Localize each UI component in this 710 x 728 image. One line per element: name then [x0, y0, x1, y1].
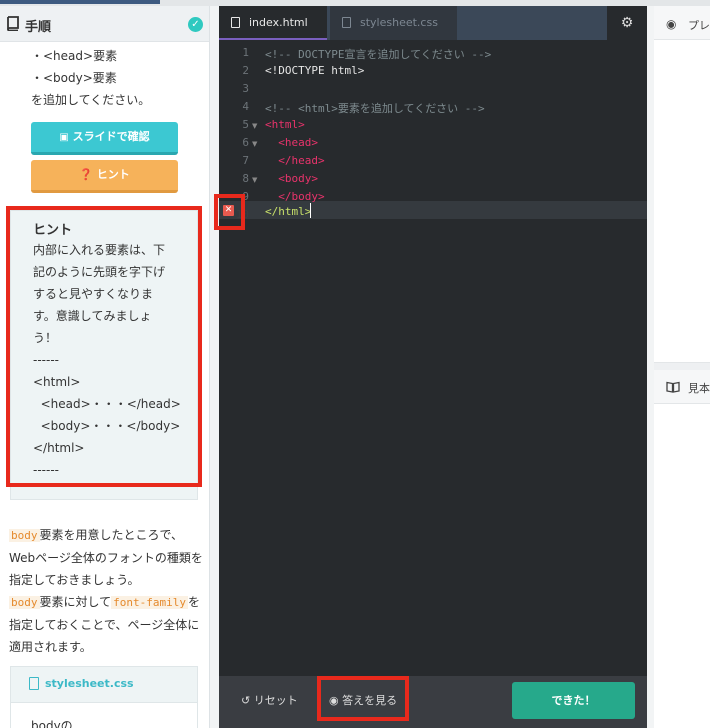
- slide-check-label: スライドで確認: [72, 130, 150, 143]
- gear-icon[interactable]: ⚙: [607, 6, 647, 40]
- line-number: 4: [242, 100, 249, 113]
- line-number: 3: [242, 82, 249, 95]
- instructions-panel: 手順 ✓ ・<head>要素 ・<body>要素 を追加してください。 ▣ スラ…: [0, 6, 210, 728]
- instructions-header: 手順 ✓: [0, 6, 209, 42]
- fold-arrow-icon[interactable]: ▼: [252, 140, 257, 148]
- hint-line: す。意識してみましょ: [33, 309, 152, 323]
- inline-code: body: [9, 596, 40, 609]
- code-line[interactable]: <body>: [265, 172, 318, 185]
- show-answer-button[interactable]: ◉ 答えを見る: [329, 692, 397, 708]
- sample-label: 見本: [688, 382, 710, 395]
- paragraph-text: 要素に対して: [39, 595, 112, 609]
- error-icon[interactable]: ✕: [223, 205, 234, 216]
- hint-line: う！: [33, 331, 58, 345]
- slide-icon: ▣: [59, 132, 69, 143]
- file-icon: [29, 677, 39, 690]
- reset-button[interactable]: ↺ リセット: [241, 692, 298, 708]
- hint-body: 内部に入れる要素は、下 記のように先頭を字下げ すると見やすくなりま す。意識し…: [33, 239, 183, 481]
- tab-label: index.html: [249, 16, 308, 29]
- step-line: ・<body>要素: [31, 71, 117, 85]
- hint-line: 内部に入れる要素は、下: [33, 243, 166, 257]
- preview-header[interactable]: ◉ プレビュー: [654, 6, 710, 40]
- panel-divider: [654, 362, 710, 370]
- hint-line: <head>・・・</head>: [33, 397, 181, 411]
- step-line: ・<head>要素: [31, 49, 118, 63]
- hint-box: ヒント 内部に入れる要素は、下 記のように先頭を字下げ すると見やすくなりま す…: [10, 210, 198, 500]
- completed-check-icon: ✓: [188, 17, 203, 32]
- code-line[interactable]: <!-- <html>要素を追加してください -->: [265, 100, 485, 116]
- code-line[interactable]: <html>: [265, 118, 305, 131]
- hint-button[interactable]: ❓ ヒント: [31, 160, 178, 193]
- book-icon: [7, 16, 19, 31]
- editor-tabs: index.html stylesheet.css ⚙: [219, 6, 647, 40]
- file-icon: [231, 17, 240, 28]
- preview-panel: ◉ プレビュー 見本: [654, 6, 710, 728]
- done-button[interactable]: できた！: [512, 682, 635, 719]
- hint-line: ------: [33, 353, 59, 367]
- tab-index-html[interactable]: index.html: [219, 6, 327, 40]
- css-file-card: stylesheet.css bodyの: [10, 666, 198, 728]
- code-line[interactable]: </body>: [265, 190, 324, 203]
- css-card-filename: stylesheet.css: [45, 677, 134, 690]
- sample-header[interactable]: 見本: [654, 370, 710, 404]
- line-number: 9: [242, 190, 249, 203]
- code-editor: index.html stylesheet.css ⚙ 1 2 3 4 5 ▼ …: [219, 6, 647, 728]
- hint-line: 記のように先頭を字下げ: [33, 265, 166, 279]
- tab-label: stylesheet.css: [360, 16, 438, 29]
- preview-label: プレビュー: [688, 19, 710, 32]
- code-line[interactable]: <!-- DOCTYPE宣言を追加してください -->: [265, 46, 491, 62]
- file-icon: [342, 17, 351, 28]
- progress-accent: [0, 0, 160, 4]
- slide-check-button[interactable]: ▣ スライドで確認: [31, 122, 178, 155]
- line-number: 2: [242, 64, 249, 77]
- line-number: 1: [242, 46, 249, 59]
- hint-heading: ヒント: [33, 223, 73, 238]
- step-line: を追加してください。: [31, 93, 151, 107]
- line-number: 8: [242, 172, 249, 185]
- line-number: 7: [242, 154, 249, 167]
- done-label: できた！: [551, 694, 596, 707]
- inline-code: body: [9, 529, 40, 542]
- reset-icon: ↺: [241, 694, 251, 707]
- hint-line: すると見やすくなりま: [33, 287, 154, 301]
- css-card-header: stylesheet.css: [11, 667, 197, 703]
- line-number: 6: [242, 136, 249, 149]
- code-line[interactable]: </head>: [265, 154, 324, 167]
- inline-code: font-family: [111, 596, 188, 609]
- hint-button-label: ヒント: [96, 168, 130, 181]
- eye-icon: ◉: [329, 694, 339, 707]
- hint-line: </html>: [33, 441, 85, 455]
- show-answer-label: 答えを見る: [342, 694, 398, 707]
- hint-line: ------: [33, 463, 59, 477]
- css-card-text: bodyの: [31, 719, 73, 728]
- question-icon: ❓: [79, 168, 93, 181]
- line-number: 5: [242, 118, 249, 131]
- hint-line: <html>: [33, 375, 81, 389]
- code-line[interactable]: <head>: [265, 136, 318, 149]
- code-line[interactable]: </html>: [265, 205, 311, 218]
- editor-footer: ↺ リセット ◉ 答えを見る できた！: [219, 676, 647, 728]
- code-line[interactable]: <!DOCTYPE html>: [265, 64, 364, 77]
- instructions-title: 手順: [25, 20, 52, 35]
- step-text: ・<head>要素 ・<body>要素 を追加してください。: [31, 45, 150, 111]
- reset-label: リセット: [253, 694, 298, 707]
- instruction-paragraph: body 要素を用意したところで、Webページ全体のフォントの種類を指定しておきま…: [9, 524, 204, 658]
- text-cursor: [310, 203, 311, 218]
- fold-arrow-icon[interactable]: ▼: [252, 122, 257, 130]
- fold-arrow-icon[interactable]: ▼: [252, 176, 257, 184]
- book-open-icon: [666, 381, 680, 393]
- tab-stylesheet-css[interactable]: stylesheet.css: [330, 6, 457, 40]
- hint-line: <body>・・・</body>: [33, 419, 181, 433]
- eye-icon: ◉: [666, 17, 677, 31]
